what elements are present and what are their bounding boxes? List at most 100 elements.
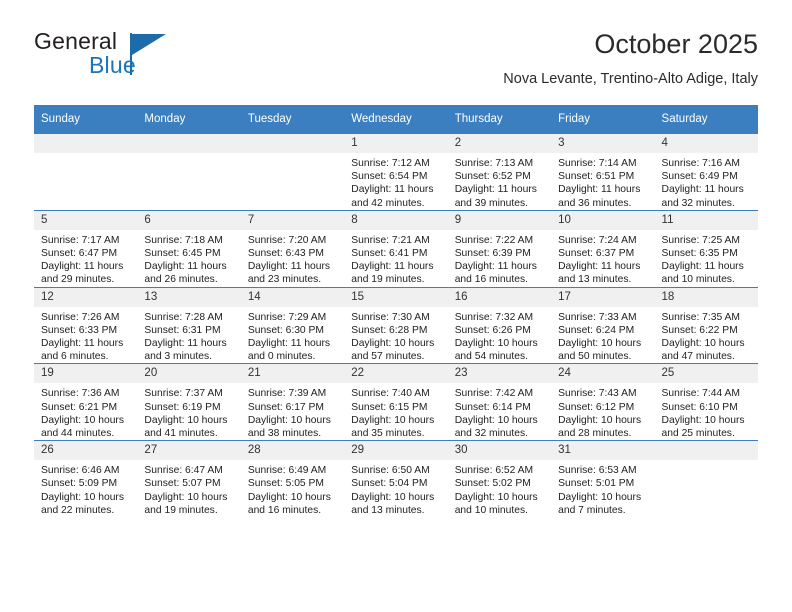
day-number: 25 [654, 364, 758, 384]
day-details: Sunrise: 6:47 AM Sunset: 5:07 PM Daylight:… [137, 460, 240, 517]
calendar-day-cell[interactable]: 6 Sunrise: 7:18 AM Sunset: 6:45 PM Daylight… [137, 209, 241, 288]
calendar-day-cell[interactable]: 26 Sunrise: 6:46 AM Sunset: 5:09 PM Dayligh… [34, 440, 138, 518]
calendar-day-cell[interactable]: 7 Sunrise: 7:20 AM Sunset: 6:43 PM Daylight… [240, 209, 345, 288]
sunset-text: Sunset: 6:51 PM [558, 171, 635, 183]
sunset-text: Sunset: 5:01 PM [558, 478, 635, 490]
day-details: Sunrise: 7:20 AM Sunset: 6:43 PM Daylight:… [241, 230, 344, 287]
calendar-table: Sunday Monday Tuesday Wednesday Thursday… [34, 105, 758, 518]
day-number: 19 [34, 364, 138, 384]
day-number: 9 [447, 210, 552, 230]
daylight-text: Daylight: 10 hours and 50 minutes. [558, 338, 642, 363]
sunset-text: Sunset: 6:37 PM [558, 248, 635, 260]
calendar-day-cell[interactable]: 3 Sunrise: 7:14 AM Sunset: 6:51 PM Daylight… [551, 133, 655, 211]
daylight-text: Daylight: 11 hours and 32 minutes. [661, 184, 744, 209]
day-details: Sunrise: 7:13 AM Sunset: 6:52 PM Daylight:… [448, 153, 551, 210]
daylight-text: Daylight: 11 hours and 39 minutes. [454, 184, 537, 209]
brand-logo[interactable]: General Blue [34, 28, 264, 90]
sunrise-text: Sunrise: 6:52 AM [454, 465, 534, 477]
daylight-text: Daylight: 10 hours and 35 minutes. [351, 414, 435, 440]
day-number: 8 [344, 210, 448, 230]
day-details: Sunrise: 7:36 AM Sunset: 6:21 PM Daylight:… [34, 383, 137, 440]
calendar-week-row: 19 Sunrise: 7:36 AM Sunset: 6:21 PM Dayligh… [34, 363, 758, 441]
day-details: Sunrise: 7:24 AM Sunset: 6:37 PM Daylight:… [551, 230, 654, 287]
daylight-text: Daylight: 11 hours and 16 minutes. [454, 261, 537, 286]
calendar-day-cell[interactable]: 24 Sunrise: 7:43 AM Sunset: 6:12 PM Dayligh… [551, 363, 655, 441]
calendar-day-cell[interactable]: 20 Sunrise: 7:37 AM Sunset: 6:19 PM Dayligh… [137, 363, 241, 441]
day-number: 29 [344, 441, 448, 461]
day-details: Sunrise: 6:49 AM Sunset: 5:05 PM Daylight:… [241, 460, 344, 517]
calendar-week-row: 1 Sunrise: 7:12 AM Sunset: 6:54 PM Daylight… [34, 133, 758, 211]
sunset-text: Sunset: 6:26 PM [454, 324, 531, 336]
daylight-text: Daylight: 11 hours and 10 minutes. [661, 261, 744, 286]
sunset-text: Sunset: 5:04 PM [351, 478, 428, 490]
daylight-text: Daylight: 10 hours and 10 minutes. [454, 491, 538, 516]
calendar-day-cell[interactable]: 19 Sunrise: 7:36 AM Sunset: 6:21 PM Dayligh… [34, 363, 138, 441]
daylight-text: Daylight: 10 hours and 32 minutes. [454, 414, 538, 440]
calendar-day-cell[interactable]: 22 Sunrise: 7:40 AM Sunset: 6:15 PM Dayligh… [344, 363, 448, 441]
calendar-day-cell[interactable]: 18 Sunrise: 7:35 AM Sunset: 6:22 PM Dayligh… [654, 286, 758, 364]
sunset-text: Sunset: 6:35 PM [661, 248, 738, 260]
sunrise-text: Sunrise: 7:40 AM [351, 388, 430, 400]
triangle-flag-icon [132, 34, 166, 55]
day-number: 18 [654, 287, 758, 307]
calendar-day-cell-empty [34, 133, 138, 211]
weekday-header-monday: Monday [137, 105, 241, 134]
daylight-text: Daylight: 11 hours and 42 minutes. [351, 184, 434, 209]
sunset-text: Sunset: 5:09 PM [41, 478, 118, 490]
calendar-week-row: 26 Sunrise: 6:46 AM Sunset: 5:09 PM Dayligh… [34, 440, 758, 518]
calendar-day-cell[interactable]: 9 Sunrise: 7:22 AM Sunset: 6:39 PM Daylight… [447, 209, 552, 288]
calendar-day-cell[interactable]: 5 Sunrise: 7:17 AM Sunset: 6:47 PM Daylight… [34, 209, 138, 288]
day-number [137, 134, 241, 153]
calendar-day-cell[interactable]: 10 Sunrise: 7:24 AM Sunset: 6:37 PM Dayligh… [551, 209, 655, 288]
day-details: Sunrise: 7:37 AM Sunset: 6:19 PM Daylight:… [137, 383, 240, 440]
sunset-text: Sunset: 6:21 PM [41, 401, 118, 413]
sunset-text: Sunset: 6:12 PM [558, 401, 635, 413]
sunrise-text: Sunrise: 7:44 AM [661, 388, 740, 400]
calendar-body: 1 Sunrise: 7:12 AM Sunset: 6:54 PM Daylight… [34, 133, 758, 518]
calendar-day-cell[interactable]: 13 Sunrise: 7:28 AM Sunset: 6:31 PM Dayligh… [137, 286, 241, 364]
calendar-day-cell[interactable]: 17 Sunrise: 7:33 AM Sunset: 6:24 PM Dayligh… [551, 286, 655, 364]
calendar-day-cell[interactable]: 11 Sunrise: 7:25 AM Sunset: 6:35 PM Dayligh… [654, 209, 758, 288]
calendar-day-cell[interactable]: 31 Sunrise: 6:53 AM Sunset: 5:01 PM Dayligh… [551, 440, 655, 518]
calendar-day-cell[interactable]: 16 Sunrise: 7:32 AM Sunset: 6:26 PM Dayligh… [447, 286, 552, 364]
calendar-day-cell[interactable]: 25 Sunrise: 7:44 AM Sunset: 6:10 PM Dayligh… [654, 363, 758, 441]
daylight-text: Daylight: 11 hours and 19 minutes. [351, 261, 434, 286]
sunrise-text: Sunrise: 7:30 AM [351, 311, 430, 323]
calendar-day-cell[interactable]: 2 Sunrise: 7:13 AM Sunset: 6:52 PM Daylight… [447, 133, 552, 211]
sunset-text: Sunset: 5:05 PM [247, 478, 324, 490]
sunrise-text: Sunrise: 7:37 AM [144, 388, 223, 400]
sunrise-text: Sunrise: 7:26 AM [41, 311, 120, 323]
calendar-day-cell[interactable]: 28 Sunrise: 6:49 AM Sunset: 5:05 PM Dayligh… [240, 440, 345, 518]
calendar-day-cell[interactable]: 23 Sunrise: 7:42 AM Sunset: 6:14 PM Dayligh… [447, 363, 552, 441]
sunrise-text: Sunrise: 7:14 AM [558, 158, 637, 169]
day-details: Sunrise: 7:40 AM Sunset: 6:15 PM Daylight:… [344, 383, 447, 440]
brand-name-general: General [34, 28, 118, 54]
day-number: 13 [137, 287, 241, 307]
daylight-text: Daylight: 10 hours and 47 minutes. [661, 338, 745, 363]
sunset-text: Sunset: 6:45 PM [144, 248, 221, 260]
calendar-day-cell[interactable]: 27 Sunrise: 6:47 AM Sunset: 5:07 PM Dayligh… [137, 440, 241, 518]
sunrise-text: Sunrise: 7:28 AM [144, 311, 223, 323]
calendar-day-cell[interactable]: 21 Sunrise: 7:39 AM Sunset: 6:17 PM Dayligh… [240, 363, 345, 441]
day-number: 2 [447, 134, 552, 153]
weekday-header-friday: Friday [551, 105, 655, 134]
day-details: Sunrise: 7:16 AM Sunset: 6:49 PM Daylight:… [655, 153, 758, 210]
sunset-text: Sunset: 6:22 PM [661, 324, 738, 336]
day-details: Sunrise: 7:25 AM Sunset: 6:35 PM Daylight:… [655, 230, 758, 287]
calendar-day-cell[interactable]: 8 Sunrise: 7:21 AM Sunset: 6:41 PM Daylight… [344, 209, 448, 288]
day-number: 4 [654, 134, 758, 153]
calendar-day-cell[interactable]: 4 Sunrise: 7:16 AM Sunset: 6:49 PM Daylight… [654, 133, 758, 211]
calendar-day-cell[interactable]: 14 Sunrise: 7:29 AM Sunset: 6:30 PM Dayligh… [240, 286, 345, 364]
day-details: Sunrise: 6:53 AM Sunset: 5:01 PM Daylight:… [551, 460, 654, 517]
calendar-day-cell[interactable]: 12 Sunrise: 7:26 AM Sunset: 6:33 PM Dayligh… [34, 286, 138, 364]
day-number: 14 [240, 287, 345, 307]
calendar-day-cell[interactable]: 15 Sunrise: 7:30 AM Sunset: 6:28 PM Dayligh… [344, 286, 448, 364]
calendar-day-cell[interactable]: 30 Sunrise: 6:52 AM Sunset: 5:02 PM Dayligh… [447, 440, 552, 518]
sunset-text: Sunset: 6:39 PM [454, 248, 531, 260]
sunset-text: Sunset: 6:30 PM [247, 324, 324, 336]
day-details: Sunrise: 7:17 AM Sunset: 6:47 PM Daylight:… [34, 230, 137, 287]
daylight-text: Daylight: 10 hours and 16 minutes. [247, 491, 331, 516]
calendar-day-cell[interactable]: 29 Sunrise: 6:50 AM Sunset: 5:04 PM Dayligh… [344, 440, 448, 518]
calendar-day-cell[interactable]: 1 Sunrise: 7:12 AM Sunset: 6:54 PM Daylight… [344, 133, 448, 211]
calendar-day-cell-empty [137, 133, 241, 211]
